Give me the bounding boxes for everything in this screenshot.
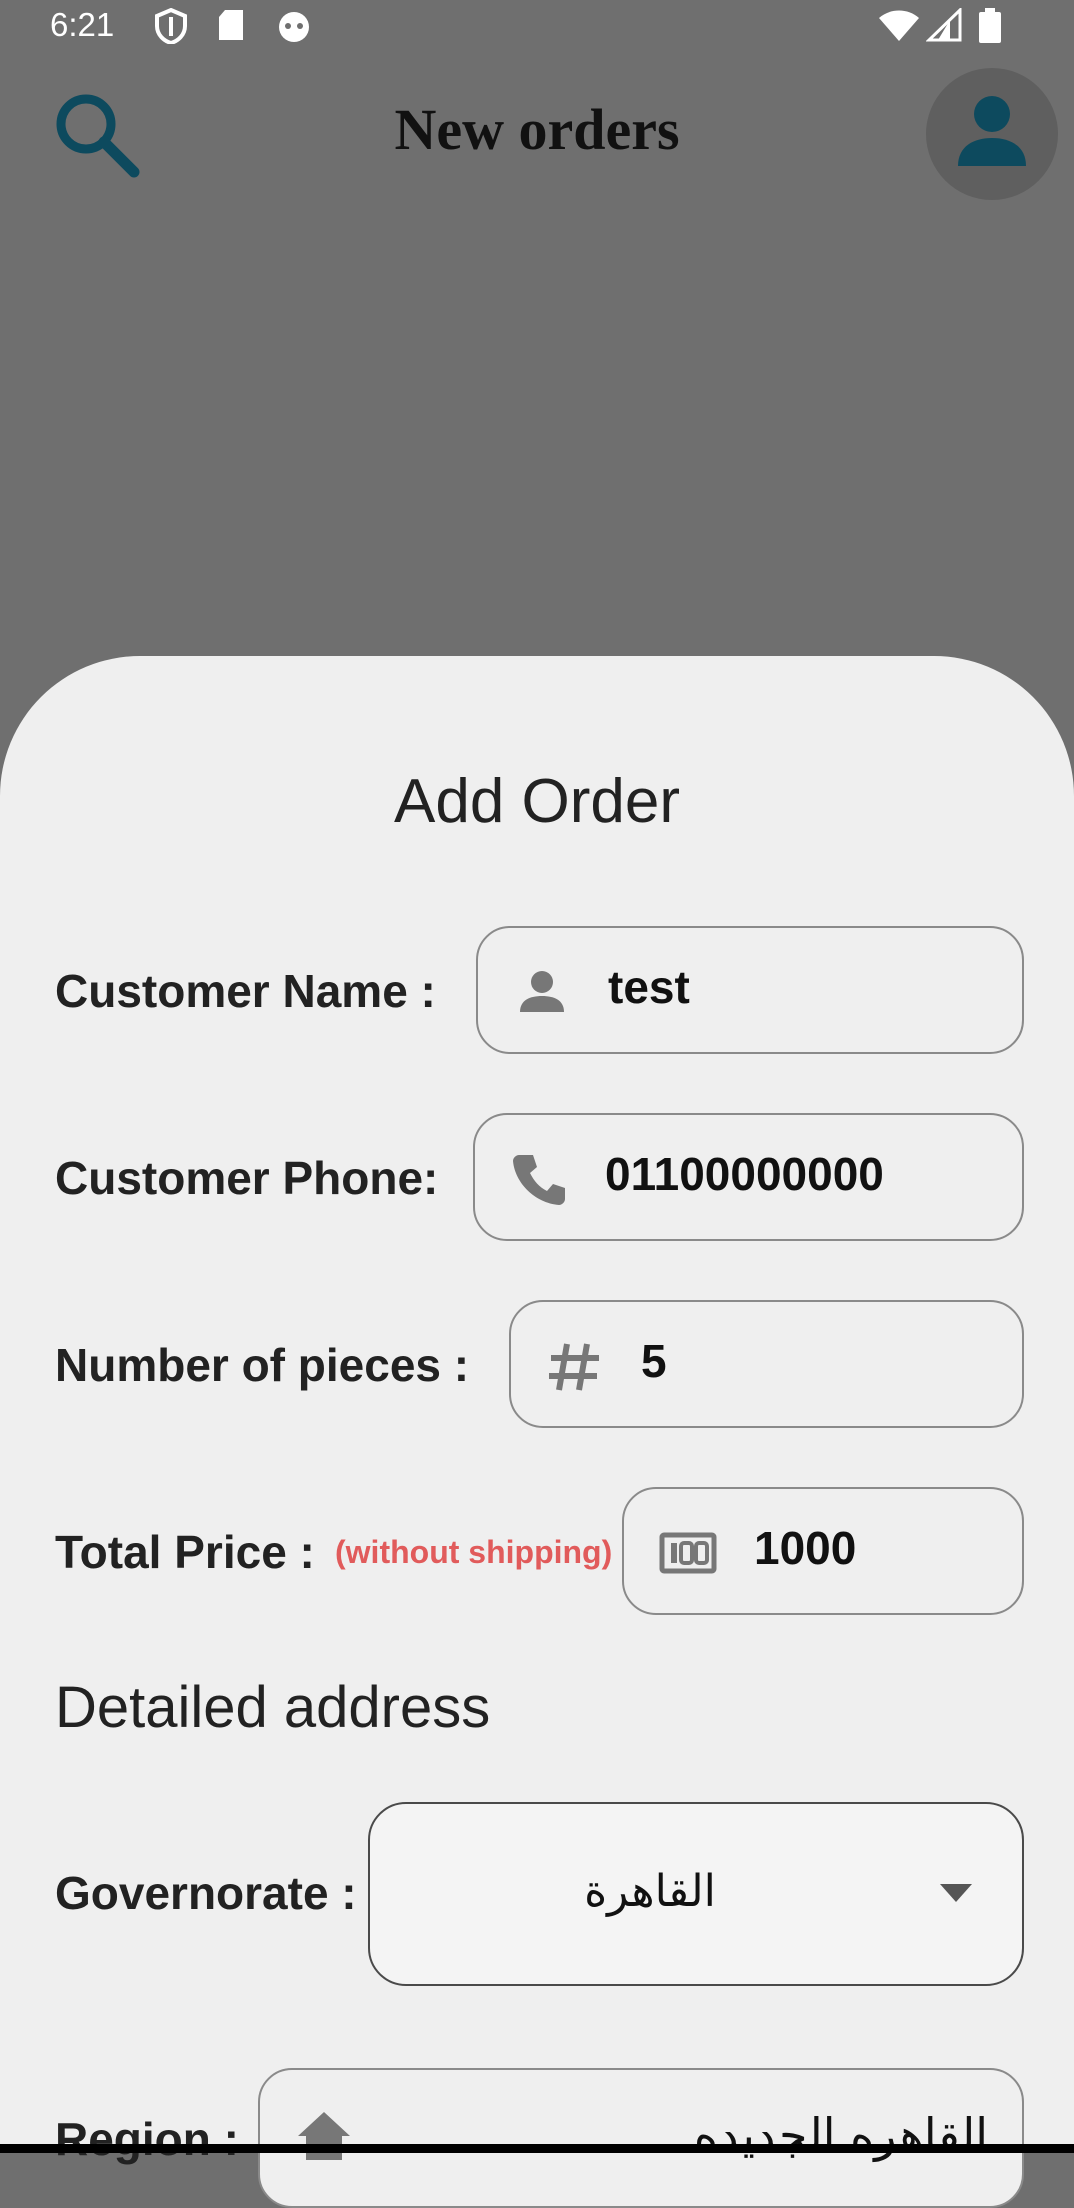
region-label: Region :: [55, 2113, 239, 2165]
total-price-field[interactable]: 1000: [622, 1487, 1024, 1615]
cat-icon: [279, 12, 309, 42]
hash-icon: [549, 1343, 599, 1391]
home-icon: [298, 2112, 350, 2160]
governorate-label: Governorate :: [55, 1867, 357, 1919]
status-time: 6:21: [50, 6, 115, 43]
wifi-icon: [879, 10, 919, 41]
pieces-value: 5: [641, 1335, 667, 1387]
app-bar: New orders: [0, 52, 1074, 212]
total-price-label: Total Price :: [55, 1526, 315, 1578]
page-title: New orders: [394, 97, 680, 162]
customer-phone-label: Customer Phone:: [55, 1152, 439, 1204]
without-shipping-hint: (without shipping): [335, 1534, 613, 1570]
total-price-value: 1000: [754, 1522, 857, 1574]
person-icon: [520, 971, 564, 1012]
customer-phone-value: 01100000000: [605, 1148, 884, 1200]
governorate-dropdown[interactable]: القاهرة: [368, 1802, 1024, 1986]
shield-icon: [155, 8, 187, 44]
navigation-bar: [0, 2144, 1074, 2153]
account-button[interactable]: [926, 68, 1058, 200]
account-icon: [958, 96, 1026, 166]
customer-name-value: test: [608, 961, 690, 1013]
signal-icon: [926, 8, 962, 42]
battery-icon: [979, 8, 1001, 43]
customer-name-field[interactable]: test: [476, 926, 1024, 1054]
customer-phone-field[interactable]: 01100000000: [473, 1113, 1024, 1241]
pieces-field[interactable]: 5: [509, 1300, 1024, 1428]
sd-card-icon: [219, 10, 243, 40]
sheet-title: Add Order: [393, 767, 681, 836]
add-order-sheet: Add Order Customer Name : test Customer …: [0, 656, 1074, 2208]
customer-name-label: Customer Name :: [55, 965, 436, 1017]
detailed-address-heading: Detailed address: [55, 1675, 491, 1740]
pieces-label: Number of pieces :: [55, 1339, 470, 1391]
status-bar: 6:21: [0, 0, 1074, 52]
region-value: القاهره الجديده: [693, 2108, 988, 2162]
governorate-value: القاهرة: [584, 1866, 716, 1917]
money-icon: [659, 1532, 717, 1574]
phone-icon: [513, 1155, 565, 1205]
region-field[interactable]: القاهره الجديده: [258, 2068, 1024, 2208]
chevron-down-icon: [940, 1884, 972, 1902]
